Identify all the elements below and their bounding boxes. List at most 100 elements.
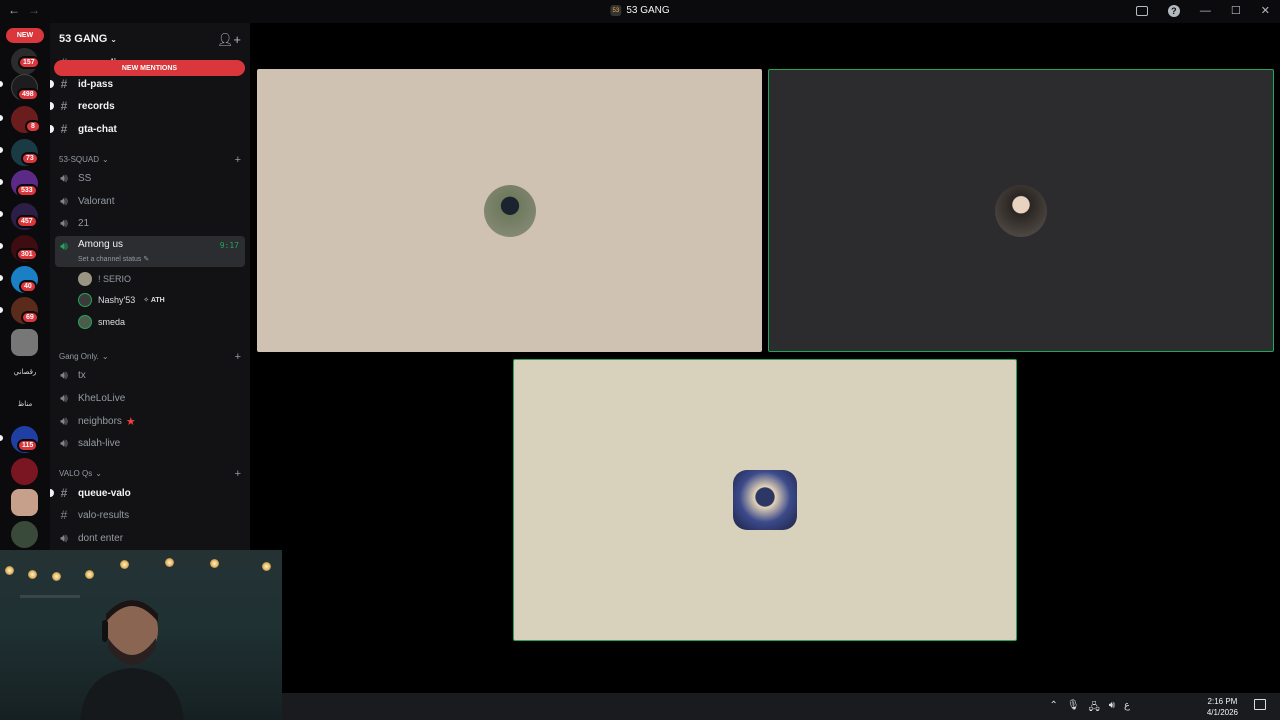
hash-icon: # — [60, 77, 68, 91]
wall-shelf — [20, 595, 80, 598]
server-list: NEW 157 498 8 73 533 457 301 40 69 رقصان… — [0, 23, 50, 553]
unread-pip — [0, 115, 3, 121]
mic-icon[interactable]: 🎙︎ — [1067, 700, 1080, 717]
mention-badge: 115 — [17, 439, 39, 452]
avatar — [78, 272, 92, 286]
speaker-icon: 🔊︎ — [60, 530, 68, 545]
server-icon-10[interactable] — [11, 329, 38, 356]
server-icon-13[interactable] — [11, 489, 38, 516]
mention-badge: 301 — [16, 248, 38, 261]
string-light — [28, 570, 37, 579]
participant-tile[interactable] — [257, 69, 762, 352]
language-indicator[interactable]: ع — [1124, 700, 1130, 717]
voice-timer: 9:17 — [219, 241, 239, 250]
channel-sidebar: 53 GANG ⌄ 👤︎+ # gang-clips NEW MENTIONS … — [50, 23, 250, 553]
server-text-item[interactable]: رقصاني — [8, 368, 42, 376]
add-channel-icon[interactable]: + — [235, 154, 241, 166]
category-label: 53-SQUAD — [59, 155, 100, 164]
unread-pip — [0, 243, 3, 249]
unread-pip — [0, 81, 3, 87]
notification-icon[interactable] — [1254, 699, 1266, 710]
voice-user[interactable]: smeda — [78, 313, 125, 331]
server-text-item[interactable]: مناظ — [8, 400, 42, 408]
string-light — [5, 566, 14, 575]
close-button[interactable]: ✕ — [1261, 4, 1270, 17]
pencil-icon: ✎ — [143, 256, 150, 263]
speaker-icon: 🔊︎ — [60, 367, 68, 382]
speaker-icon: 🔊︎ — [60, 413, 68, 428]
taskbar-clock[interactable]: 2:16 PM 4/1/2026 — [1207, 696, 1238, 718]
category-53-squad[interactable]: 53-SQUAD ⌄ + — [59, 154, 241, 166]
help-icon[interactable]: ? — [1167, 4, 1180, 17]
add-member-icon[interactable]: 👤︎+ — [217, 32, 241, 48]
voice-user[interactable]: ! SERIO — [78, 270, 131, 288]
channel-valo-results[interactable]: # valo-results — [55, 505, 245, 525]
add-channel-icon[interactable]: + — [235, 468, 241, 480]
tray-icons: ⌃ 🎙︎ 🖧 🔊︎ ع — [1049, 700, 1130, 717]
chevron-up-icon[interactable]: ⌃ — [1049, 700, 1057, 717]
channel-label: valo-results — [78, 509, 130, 521]
channel-id-pass[interactable]: # id-pass — [50, 74, 245, 94]
mention-badge: 498 — [17, 88, 39, 101]
mention-badge: 157 — [18, 56, 40, 69]
streamer-figure — [80, 600, 184, 720]
voice-channel-valorant[interactable]: 🔊︎ Valorant — [55, 191, 245, 211]
unread-pip — [0, 435, 3, 441]
minimize-button[interactable]: — — [1200, 5, 1211, 17]
voice-channel-tx[interactable]: 🔊︎ tx — [55, 365, 245, 385]
channel-records[interactable]: # records — [50, 96, 245, 116]
server-icon-14[interactable] — [11, 521, 38, 548]
forward-icon[interactable]: → — [28, 3, 40, 17]
channel-label: id-pass — [78, 78, 114, 90]
voice-user[interactable]: Nashy'53 ✧ ATH — [78, 291, 165, 309]
participant-tile-speaking[interactable] — [513, 359, 1017, 641]
voice-user-name: Nashy'53 — [98, 295, 136, 305]
window-controls: ? — ☐ ✕ — [1135, 4, 1270, 17]
new-badge[interactable]: NEW — [6, 28, 44, 43]
add-channel-icon[interactable]: + — [235, 351, 241, 363]
server-icon-12[interactable] — [11, 458, 38, 485]
voice-channel-21[interactable]: 🔊︎ 21 — [55, 213, 245, 233]
volume-icon[interactable]: 🔊︎ — [1109, 700, 1115, 717]
voice-channel-dont-enter[interactable]: 🔊︎ dont enter — [55, 528, 245, 548]
channel-label: neighbors — [78, 415, 122, 427]
voice-channel-salah-live[interactable]: 🔊︎ salah-live — [55, 433, 245, 453]
avatar — [995, 184, 1047, 237]
network-icon[interactable]: 🖧 — [1089, 700, 1100, 717]
string-light — [262, 562, 271, 571]
guild-header[interactable]: 53 GANG ⌄ — [59, 33, 117, 45]
back-icon[interactable]: ← — [8, 3, 20, 17]
channel-gta-chat[interactable]: # gta-chat — [50, 119, 245, 139]
string-light — [210, 559, 219, 568]
unread-pip — [0, 147, 3, 153]
channel-label: SS — [78, 172, 92, 184]
string-light — [52, 572, 61, 581]
channel-label: 21 — [78, 217, 90, 229]
category-valo-qs[interactable]: VALO Qs ⌄ + — [59, 468, 241, 480]
channel-label: dont enter — [78, 532, 124, 544]
avatar — [733, 470, 797, 530]
channel-label: tx — [78, 369, 86, 381]
voice-channel-among-us[interactable]: 🔊︎ Among us 9:17 Set a channel status ✎ — [55, 236, 245, 267]
chevron-down-icon: ⌄ — [102, 155, 109, 164]
voice-channel-neighbors[interactable]: 🔊︎ neighbors ★ — [55, 411, 245, 431]
channel-label: queue-valo — [78, 487, 131, 499]
inbox-icon[interactable] — [1135, 5, 1148, 16]
speaker-icon: 🔊︎ — [60, 239, 68, 253]
avatar — [483, 184, 536, 237]
mention-badge: 457 — [16, 215, 38, 228]
clock-date: 4/1/2026 — [1206, 708, 1238, 717]
channel-status-prompt[interactable]: Set a channel status ✎ — [78, 255, 149, 263]
channel-queue-valo[interactable]: # queue-valo — [50, 483, 245, 503]
participant-tile-speaking[interactable] — [768, 69, 1274, 352]
hash-icon: # — [60, 486, 68, 500]
category-gang-only[interactable]: Gang Only. ⌄ + — [59, 351, 241, 363]
voice-channel-khelolive[interactable]: 🔊︎ KheLoLive — [55, 388, 245, 408]
avatar — [78, 293, 92, 307]
unread-pip — [0, 275, 3, 281]
mention-badge: 8 — [25, 120, 41, 133]
maximize-button[interactable]: ☐ — [1231, 4, 1241, 17]
speaker-icon: 🔊︎ — [60, 170, 68, 185]
voice-channel-ss[interactable]: 🔊︎ SS — [55, 168, 245, 188]
channel-label: KheLoLive — [78, 392, 126, 404]
